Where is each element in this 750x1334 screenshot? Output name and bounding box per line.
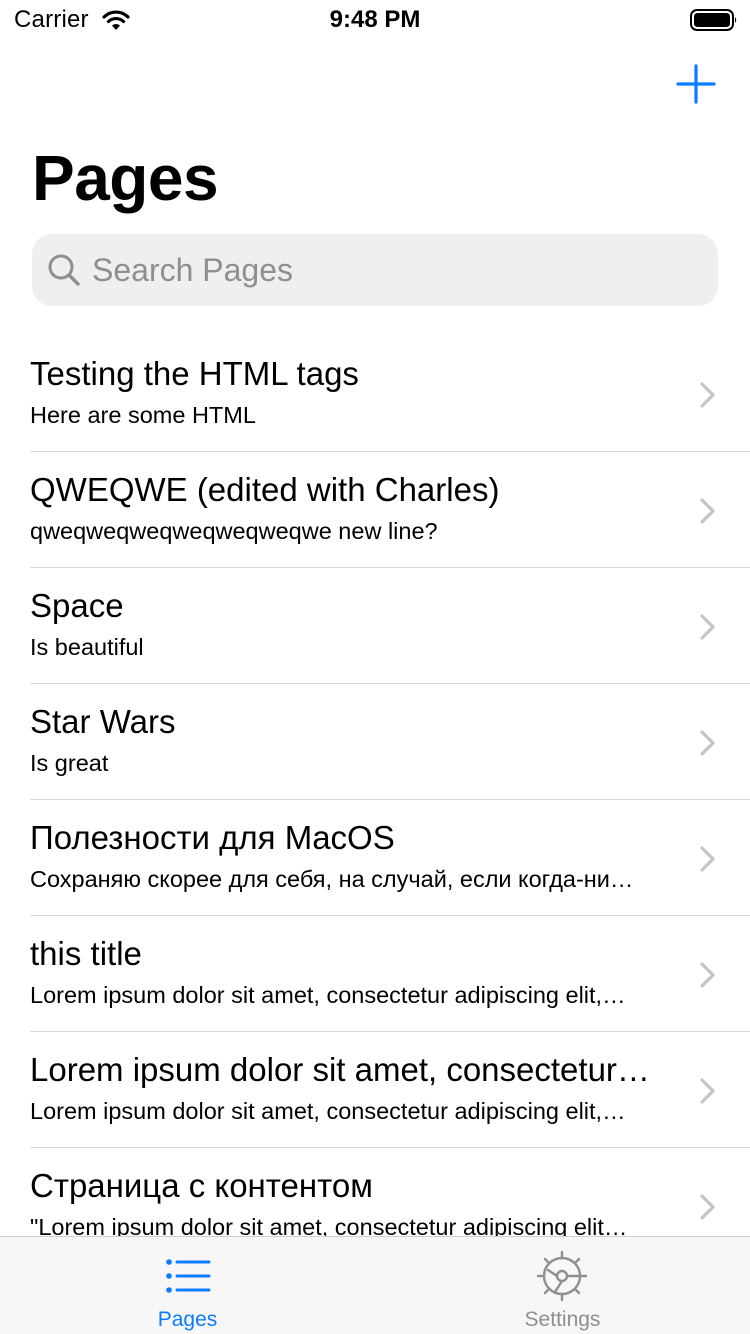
add-page-button[interactable] xyxy=(674,62,718,106)
list-item[interactable]: QWEQWE (edited with Charles) qweqweqweqw… xyxy=(0,452,750,568)
chevron-right-icon xyxy=(700,1194,715,1220)
chevron-right-icon xyxy=(700,498,715,524)
pages-list: Testing the HTML tags Here are some HTML… xyxy=(0,336,750,1236)
page-title-label: Testing the HTML tags xyxy=(30,355,359,392)
page-subtitle-label: Lorem ipsum dolor sit amet, consectetur … xyxy=(30,982,626,1008)
list-item[interactable]: Полезности для MacOS Сохраняю скорее для… xyxy=(0,800,750,916)
chevron-right-icon xyxy=(700,614,715,640)
page-title-label: QWEQWE (edited with Charles) xyxy=(30,471,500,508)
page-title-label: Lorem ipsum dolor sit amet, consectetur… xyxy=(30,1051,650,1088)
chevron-right-icon xyxy=(700,1078,715,1104)
status-bar: Carrier 9:48 PM xyxy=(0,0,750,40)
page-title-label: this title xyxy=(30,935,142,972)
search-input[interactable] xyxy=(92,234,702,306)
list-item[interactable]: Страница с контентом "Lorem ipsum dolor … xyxy=(0,1148,750,1236)
list-item[interactable]: this title Lorem ipsum dolor sit amet, c… xyxy=(0,916,750,1032)
search-icon xyxy=(48,254,80,286)
list-item[interactable]: Lorem ipsum dolor sit amet, consectetur…… xyxy=(0,1032,750,1148)
page-subtitle-label: qweqweqweqweqweqweqwe new line? xyxy=(30,518,438,544)
page-subtitle-label: "Lorem ipsum dolor sit amet, consectetur… xyxy=(30,1214,628,1236)
gear-icon xyxy=(536,1250,588,1302)
list-icon xyxy=(166,1259,211,1293)
tab-settings-label: Settings xyxy=(524,1308,601,1331)
tab-bar: Pages Settings xyxy=(0,1236,750,1334)
page-title-label: Star Wars xyxy=(30,703,176,740)
page-title-label: Страница с контентом xyxy=(30,1167,373,1204)
chevron-right-icon xyxy=(700,382,715,408)
tab-pages[interactable]: Pages xyxy=(0,1237,375,1334)
page-title: Pages xyxy=(32,142,219,214)
chevron-right-icon xyxy=(700,846,715,872)
page-title-label: Space xyxy=(30,587,124,624)
list-item[interactable]: Space Is beautiful xyxy=(0,568,750,684)
battery-icon xyxy=(690,9,737,31)
tab-pages-label: Pages xyxy=(157,1308,218,1331)
page-subtitle-label: Lorem ipsum dolor sit amet, consectetur … xyxy=(30,1098,626,1124)
tab-settings[interactable]: Settings xyxy=(375,1237,750,1334)
list-item[interactable]: Star Wars Is great xyxy=(0,684,750,800)
page-subtitle-label: Is beautiful xyxy=(30,634,144,660)
page-title-label: Полезности для MacOS xyxy=(30,819,395,856)
chevron-right-icon xyxy=(700,730,715,756)
chevron-right-icon xyxy=(700,962,715,988)
search-bar[interactable] xyxy=(32,234,718,306)
list-item[interactable]: Testing the HTML tags Here are some HTML xyxy=(0,336,750,452)
page-subtitle-label: Here are some HTML xyxy=(30,402,256,428)
page-subtitle-label: Сохраняю скорее для себя, на случай, есл… xyxy=(30,866,634,892)
status-time: 9:48 PM xyxy=(329,6,421,33)
page-subtitle-label: Is great xyxy=(30,750,109,776)
